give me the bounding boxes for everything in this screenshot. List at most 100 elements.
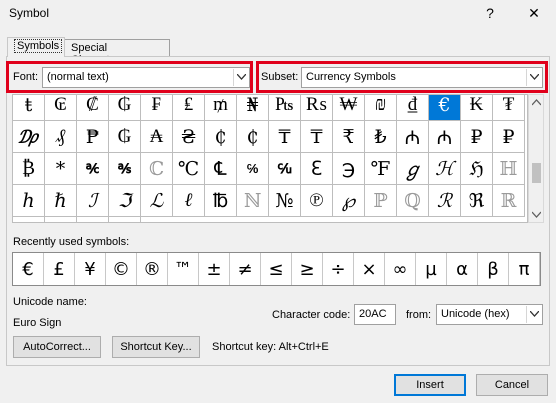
symbol-cell[interactable]: ₽: [461, 121, 493, 153]
symbol-cell[interactable]: ₭: [461, 95, 493, 121]
symbol-cell[interactable]: ℜ: [461, 185, 493, 217]
scroll-up-icon[interactable]: [532, 98, 541, 107]
close-button[interactable]: ✕: [520, 0, 548, 26]
recent-symbol-cell[interactable]: ©: [106, 253, 137, 285]
symbol-cell[interactable]: ₼: [429, 121, 461, 153]
symbol-cell[interactable]: ₱: [77, 121, 109, 153]
symbol-cell[interactable]: ₤: [173, 95, 205, 121]
symbol-cell[interactable]: ₢: [45, 95, 77, 121]
recent-symbol-cell[interactable]: ±: [199, 253, 230, 285]
symbol-cell[interactable]: ₲: [109, 95, 141, 121]
recent-symbol-cell[interactable]: ™: [168, 253, 199, 285]
recent-symbol-cell[interactable]: ∞: [385, 253, 416, 285]
recent-symbol-cell[interactable]: £: [44, 253, 75, 285]
symbol-cell[interactable]: ℗: [301, 185, 333, 217]
symbol-cell[interactable]: ₵: [205, 121, 237, 153]
symbol-cell[interactable]: ℐ: [77, 185, 109, 217]
symbol-cell[interactable]: €: [429, 95, 461, 121]
symbol-cell[interactable]: *: [45, 153, 77, 185]
symbol-cell[interactable]: ₩: [333, 95, 365, 121]
symbol-cell[interactable]: ℂ: [141, 153, 173, 185]
insert-button[interactable]: Insert: [394, 374, 466, 396]
symbol-cell[interactable]: ℚ: [397, 185, 429, 217]
help-button[interactable]: ?: [476, 0, 504, 26]
font-dropdown[interactable]: (normal text): [42, 67, 250, 88]
symbol-cell[interactable]: ℑ: [109, 185, 141, 217]
recent-symbol-cell[interactable]: €: [13, 253, 44, 285]
recent-symbol-cell[interactable]: ≥: [292, 253, 323, 285]
symbol-cell[interactable]: ℊ: [397, 153, 429, 185]
symbol-cell[interactable]: ℎ: [13, 185, 45, 217]
chevron-down-icon[interactable]: [526, 69, 541, 86]
symbol-cell[interactable]: ₸: [301, 121, 333, 153]
recent-symbol-cell[interactable]: π: [509, 253, 540, 285]
symbol-cell[interactable]: ₮: [493, 95, 525, 121]
recent-symbol-cell[interactable]: ¥: [75, 253, 106, 285]
recent-symbol-cell[interactable]: µ: [416, 253, 447, 285]
symbol-cell[interactable]: ₳: [141, 121, 173, 153]
symbol-cell[interactable]: ₵: [237, 121, 269, 153]
chevron-down-icon[interactable]: [526, 306, 541, 323]
symbol-cell[interactable]: ₺: [365, 121, 397, 153]
tab-symbols[interactable]: Symbols: [7, 37, 65, 57]
symbol-cell[interactable]: ℋ: [429, 153, 461, 185]
symbol-cell[interactable]: ₼: [397, 121, 429, 153]
symbol-cell[interactable]: ℒ: [141, 185, 173, 217]
symbol-cell[interactable]: ₰: [45, 121, 77, 153]
symbol-cell[interactable]: ₹: [333, 121, 365, 153]
symbol-cell[interactable]: ₧: [269, 95, 301, 121]
recent-symbol-cell[interactable]: ×: [354, 253, 385, 285]
symbol-cell[interactable]: ℘: [333, 185, 365, 217]
symbol-cell[interactable]: ₫: [397, 95, 429, 121]
scroll-down-icon[interactable]: [532, 210, 541, 219]
symbol-cell[interactable]: ℌ: [461, 153, 493, 185]
symbol-cell[interactable]: ₣: [141, 95, 173, 121]
chevron-down-icon[interactable]: [233, 69, 248, 86]
scroll-thumb[interactable]: [532, 163, 541, 183]
symbol-cell[interactable]: ₸: [269, 121, 301, 153]
symbol-cell[interactable]: ℆: [269, 153, 301, 185]
from-dropdown[interactable]: Unicode (hex): [436, 304, 543, 325]
symbol-cell[interactable]: ₥: [205, 95, 237, 121]
symbol-cell[interactable]: ₲: [109, 121, 141, 153]
recent-symbol-cell[interactable]: α: [447, 253, 478, 285]
symbol-cell[interactable]: ℛ: [429, 185, 461, 217]
symbol-cell[interactable]: ℠: [77, 217, 109, 222]
symbol-cell[interactable]: ₪: [365, 95, 397, 121]
symbol-cell[interactable]: ₽: [493, 121, 525, 153]
subset-dropdown[interactable]: Currency Symbols: [301, 67, 543, 88]
symbol-cell[interactable]: ℉: [365, 153, 397, 185]
recent-symbol-cell[interactable]: ≠: [230, 253, 261, 285]
symbol-cell[interactable]: ℝ: [493, 185, 525, 217]
recent-symbol-cell[interactable]: ÷: [323, 253, 354, 285]
symbol-cell[interactable]: ℔: [205, 185, 237, 217]
symbol-cell[interactable]: ℄: [205, 153, 237, 185]
symbol-cell[interactable]: ₦: [237, 95, 269, 121]
symbol-cell[interactable]: ℀: [77, 153, 109, 185]
symbol-cell[interactable]: ℅: [237, 153, 269, 185]
symbol-cell[interactable]: ₿: [13, 153, 45, 185]
grid-scrollbar[interactable]: [528, 94, 544, 223]
symbol-cell[interactable]: ℞: [13, 217, 45, 222]
character-code-input[interactable]: 20AC: [354, 304, 396, 325]
symbol-cell[interactable]: ℍ: [493, 153, 525, 185]
symbol-cell[interactable]: ℏ: [45, 185, 77, 217]
symbol-cell[interactable]: ₴: [173, 121, 205, 153]
symbol-cell[interactable]: ℓ: [173, 185, 205, 217]
symbol-cell[interactable]: ₯: [13, 121, 45, 153]
recent-symbol-cell[interactable]: ®: [137, 253, 168, 285]
cancel-button[interactable]: Cancel: [476, 374, 548, 396]
symbol-cell[interactable]: ŧ: [13, 95, 45, 121]
recent-symbol-cell[interactable]: β: [478, 253, 509, 285]
symbol-cell[interactable]: ℡: [109, 217, 141, 222]
symbol-cell[interactable]: ℟: [45, 217, 77, 222]
shortcut-key-button[interactable]: Shortcut Key...: [112, 336, 200, 358]
symbol-cell[interactable]: ℁: [109, 153, 141, 185]
symbol-cell[interactable]: ℃: [173, 153, 205, 185]
symbol-cell[interactable]: ℙ: [365, 185, 397, 217]
symbol-cell[interactable]: ℈: [333, 153, 365, 185]
symbol-cell[interactable]: ₨: [301, 95, 333, 121]
symbol-cell[interactable]: ₡: [77, 95, 109, 121]
recent-symbol-cell[interactable]: ≤: [261, 253, 292, 285]
symbol-cell[interactable]: №: [269, 185, 301, 217]
